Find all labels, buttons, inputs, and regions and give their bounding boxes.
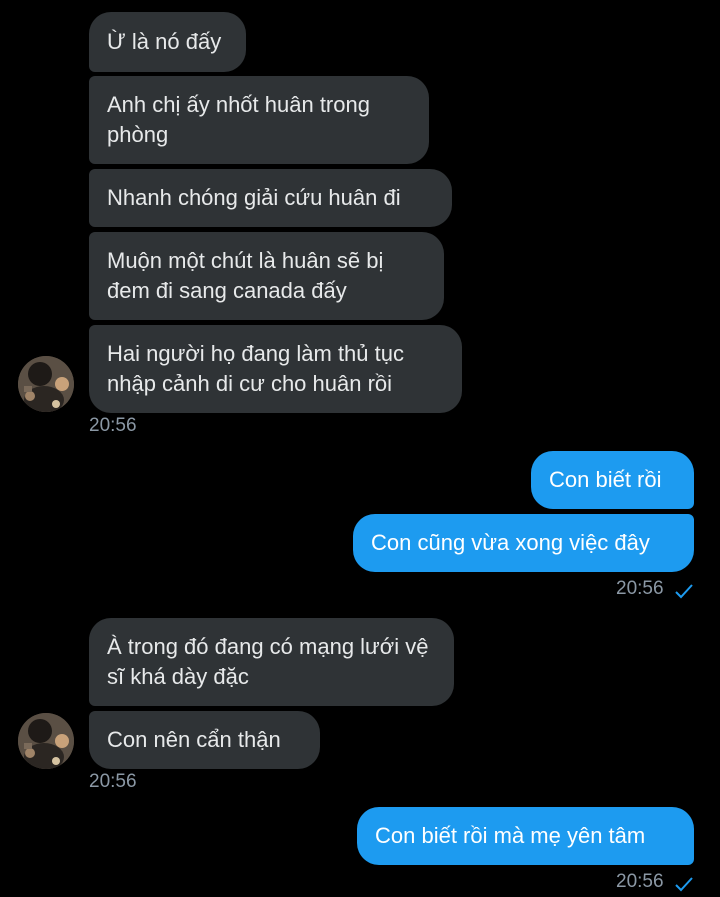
outgoing-message[interactable]: Con biết rồi mà mẹ yên tâm <box>357 807 694 865</box>
message-text: Con cũng vừa xong việc đây <box>371 530 650 555</box>
timestamp: 20:56 <box>89 415 137 436</box>
contact-avatar[interactable] <box>18 356 74 412</box>
message-text: Con biết rồi <box>549 467 662 492</box>
message-text: Nhanh chóng giải cứu huân đi <box>107 185 401 210</box>
message-text: Hai người họ đang làm thủ tục nhập cảnh … <box>107 341 404 396</box>
incoming-message[interactable]: Muộn một chút là huân sẽ bị đem đi sang … <box>89 232 444 320</box>
incoming-message[interactable]: Con nên cẩn thận <box>89 711 320 769</box>
incoming-message[interactable]: Hai người họ đang làm thủ tục nhập cảnh … <box>89 325 462 413</box>
incoming-message[interactable]: Ừ là nó đấy <box>89 12 246 72</box>
avatar-image <box>18 713 74 769</box>
message-text: Muộn một chút là huân sẽ bị đem đi sang … <box>107 248 384 303</box>
message-text: Con nên cẩn thận <box>107 727 281 752</box>
incoming-message[interactable]: Anh chị ấy nhốt huân trong phòng <box>89 76 429 164</box>
message-text: Ừ là nó đấy <box>107 29 222 54</box>
outgoing-message[interactable]: Con biết rồi <box>531 451 694 509</box>
timestamp: 20:56 <box>616 871 664 892</box>
checkmark-icon <box>675 584 693 599</box>
incoming-message[interactable]: Nhanh chóng giải cứu huân đi <box>89 169 452 227</box>
checkmark-icon <box>675 877 693 892</box>
outgoing-message[interactable]: Con cũng vừa xong việc đây <box>353 514 694 572</box>
timestamp: 20:56 <box>616 578 664 599</box>
timestamp: 20:56 <box>89 771 137 792</box>
message-text: Con biết rồi mà mẹ yên tâm <box>375 823 646 848</box>
message-text: À trong đó đang có mạng lưới vệ sĩ khá d… <box>107 634 429 689</box>
contact-avatar[interactable] <box>18 713 74 769</box>
message-text: Anh chị ấy nhốt huân trong phòng <box>107 92 370 147</box>
incoming-message[interactable]: À trong đó đang có mạng lưới vệ sĩ khá d… <box>89 618 454 706</box>
avatar-image <box>18 356 74 412</box>
